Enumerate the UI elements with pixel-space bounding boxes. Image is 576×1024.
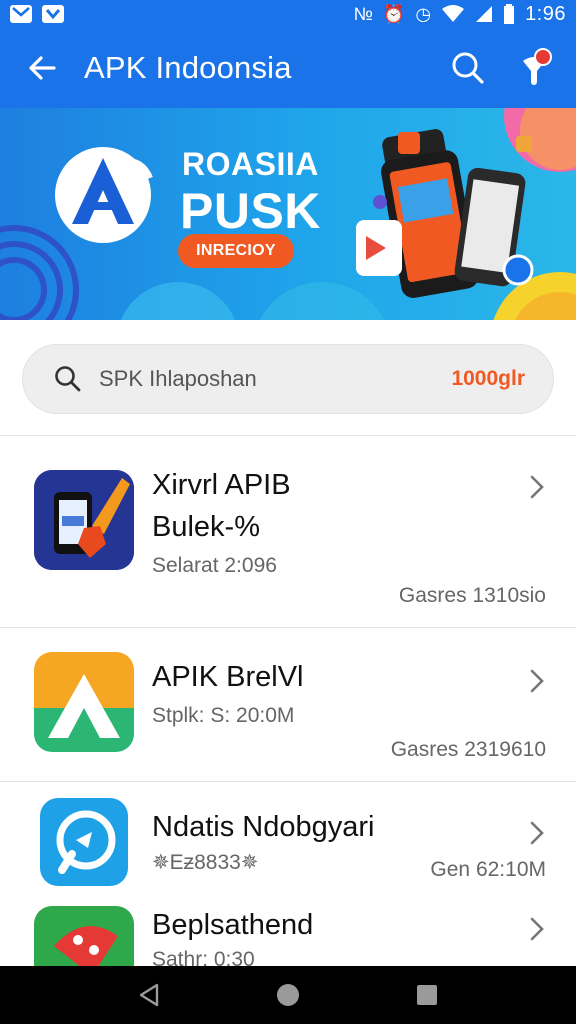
app-size: Selarat 2:096 [152, 554, 277, 577]
phones-illustration-icon [356, 129, 534, 298]
circle-home-icon [276, 984, 299, 1006]
app-bar-actions [440, 40, 562, 96]
search-button[interactable] [440, 40, 496, 96]
search-field-icon [51, 362, 85, 396]
app-meta: Gasres 2319610 [390, 738, 546, 761]
search-input[interactable]: SPK Ihlaposhan 1000glr [22, 344, 554, 414]
status-bar: № ⏰ ◷ 1:96 [0, 0, 576, 28]
app-size: Stplk: S: 20:0M [152, 704, 295, 727]
triangle-back-icon [140, 983, 159, 1007]
battery-icon [504, 4, 515, 24]
app-name: APIK BrelVl [152, 661, 304, 693]
nav-recents-button[interactable] [397, 970, 457, 1020]
list-item[interactable]: Beplsathend Sathr: 0:30 [0, 892, 576, 966]
search-section: SPK Ihlaposhan 1000glr [0, 320, 576, 436]
search-result-count: 1000glr [451, 367, 525, 390]
chevron-right-icon [526, 666, 548, 696]
chevron-right-icon [526, 914, 548, 944]
wifi-icon [442, 5, 465, 22]
list-item[interactable]: APIK BrelVl Stplk: S: 20:0M Gasres 23196… [0, 628, 576, 782]
nav-home-button[interactable] [258, 970, 318, 1020]
app-size: ✵Eƶ8833✵ [152, 851, 259, 874]
app-name-line2: Bulek-% [152, 511, 260, 543]
chevron-right-icon [526, 818, 548, 848]
phone-pen-icon [34, 470, 134, 570]
banner-title-line2: PUSK [180, 183, 321, 239]
nav-back-button[interactable] [119, 970, 179, 1020]
app-name: Ndatis Ndobgyari [152, 811, 375, 843]
notification-badge [534, 48, 552, 66]
status-time: 1:96 [525, 2, 566, 25]
apk-a-icon [34, 652, 134, 752]
chevron-right-icon [526, 472, 548, 502]
square-recents-icon [416, 985, 437, 1005]
search-placeholder: SPK Ihlaposhan [99, 366, 257, 391]
app-bar: APK Indoonsia [0, 28, 576, 108]
download-notification-icon [42, 5, 64, 23]
nfc-icon: № [353, 3, 373, 24]
banner-cta-button[interactable]: INRECIOY [178, 234, 294, 268]
chat-bubble-icon [40, 798, 128, 886]
page-title: APK Indoonsia [84, 50, 292, 85]
clock-icon: ◷ [415, 3, 432, 24]
notifications-button[interactable] [506, 40, 562, 96]
rocket-icon [34, 906, 134, 966]
status-icons-left [10, 5, 64, 23]
mail-notification-icon [10, 5, 32, 23]
status-icons-right: № ⏰ ◷ 1:96 [354, 3, 566, 26]
list-item[interactable]: Ndatis Ndobgyari ✵Eƶ8833✵ Gen 62:10M [0, 782, 576, 892]
system-nav-bar [0, 966, 576, 1024]
banner-title-line1: ROASIIA [182, 146, 319, 182]
app-meta: Gen 62:10M [430, 858, 546, 881]
alarm-icon: ⏰ [382, 3, 406, 24]
app-meta: Gasres 1310sio [398, 584, 546, 607]
app-size: Sathr: 0:30 [152, 948, 255, 966]
promo-banner[interactable]: ROASIIA PUSK INRECIOY [0, 108, 576, 320]
app-list: Xirvrl APIB Bulek-% Selarat 2:096 Gasres… [0, 436, 576, 966]
list-item[interactable]: Xirvrl APIB Bulek-% Selarat 2:096 Gasres… [0, 436, 576, 628]
app-name: Xirvrl APIB [152, 469, 291, 501]
back-button[interactable] [12, 38, 72, 98]
arrow-left-icon [29, 56, 56, 80]
app-name: Beplsathend [152, 909, 314, 941]
search-icon [452, 52, 484, 84]
signal-icon [476, 6, 493, 22]
apk-logo-icon [55, 147, 153, 243]
